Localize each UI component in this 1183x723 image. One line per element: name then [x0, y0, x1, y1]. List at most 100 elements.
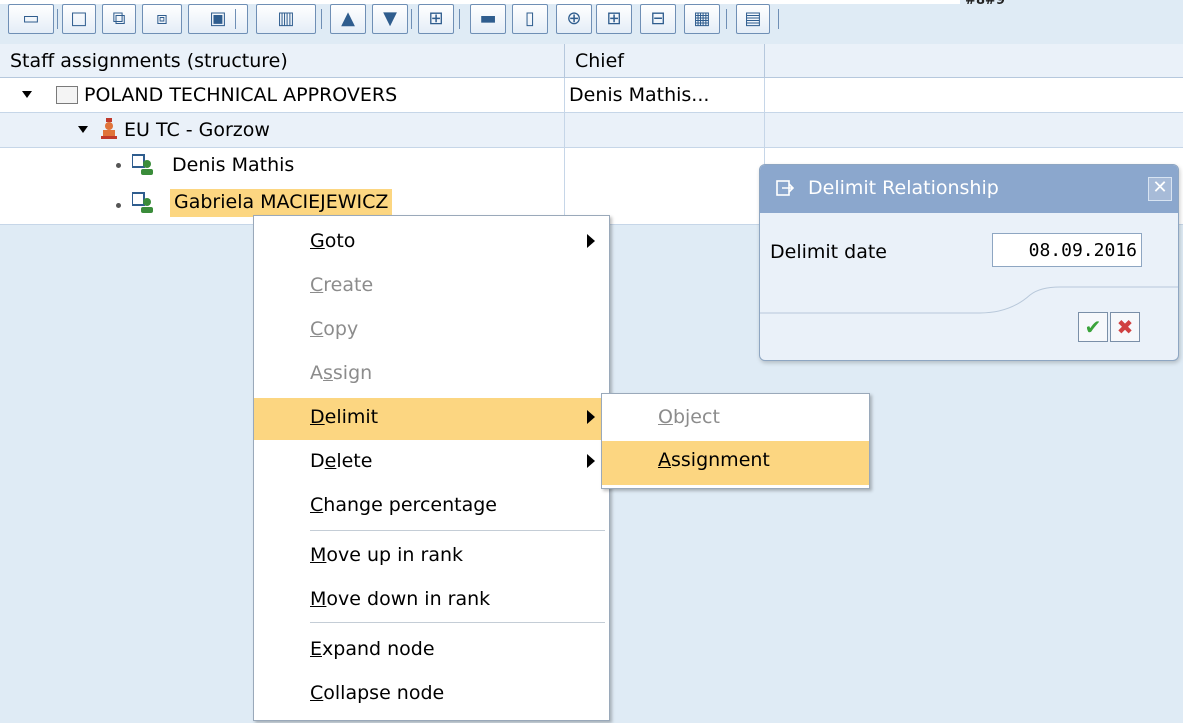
copy-object-icon: ⧉: [112, 8, 126, 29]
submenu-item[interactable]: Assignment: [602, 441, 869, 485]
layout-icon: ▤: [744, 8, 762, 29]
menu-item[interactable]: Delimit: [254, 398, 609, 440]
layout-dropdown-button[interactable]: ▣: [188, 4, 248, 34]
column-header-empty: [765, 44, 1183, 78]
structure-cell[interactable]: POLAND TECHNICAL APPROVERS: [0, 78, 565, 113]
toolbar-separator: [459, 9, 460, 29]
menu-item-text: ssignment: [671, 449, 770, 471]
collapse-icon: ⊟: [650, 8, 666, 29]
delimit-date-input[interactable]: [992, 233, 1142, 267]
menu-item-mnemonic: E: [310, 638, 323, 660]
person-icon: [131, 154, 154, 176]
dialog-divider: [760, 286, 1178, 314]
menu-separator: [310, 530, 605, 531]
menu-item-text: ove down in rank: [326, 588, 491, 610]
expand-arrow-icon[interactable]: [22, 91, 32, 98]
menu-item: Create: [254, 266, 609, 308]
detail-view-button[interactable]: ▬: [470, 4, 506, 34]
menu-item-mnemonic: C: [310, 274, 324, 296]
menu-item[interactable]: Goto: [254, 222, 609, 264]
table-row[interactable]: EU TC - Gorzow: [0, 113, 1183, 148]
menu-item-mnemonic: O: [658, 406, 673, 428]
structure-cell[interactable]: EU TC - Gorzow: [0, 113, 565, 148]
dialog-titlebar[interactable]: Delimit Relationship ✕: [760, 165, 1178, 213]
detail-view-icon: ▬: [479, 8, 497, 29]
layout-button[interactable]: ▤: [736, 4, 770, 34]
table-dropdown-icon: ▥: [277, 8, 295, 29]
menu-item-text: oto: [324, 230, 356, 252]
cancel-button[interactable]: ✖: [1110, 312, 1140, 342]
menu-item-text: ove up in rank: [326, 544, 464, 566]
close-icon[interactable]: ✕: [1148, 177, 1172, 201]
delimit-submenu: Object Assignment: [601, 393, 870, 489]
chief-cell: Denis Mathis...: [565, 78, 765, 113]
bullet-icon: [116, 203, 121, 208]
menu-item-mnemonic: e: [324, 450, 337, 472]
menu-item[interactable]: Delete: [254, 442, 609, 484]
column-header-chief[interactable]: Chief: [565, 44, 765, 78]
menu-item: Assign: [254, 354, 609, 396]
settings-icon: ▦: [693, 8, 711, 29]
new-object-button[interactable]: □: [62, 4, 96, 34]
toolbar-separator: [57, 9, 58, 29]
menu-item[interactable]: Expand node: [254, 630, 609, 672]
dialog-title: Delimit Relationship: [808, 177, 999, 199]
submenu-arrow-icon: [587, 454, 595, 468]
row-label: Denis Mathis: [172, 154, 295, 176]
menu-item-mnemonic: D: [310, 406, 325, 428]
chief-cell: [565, 113, 765, 148]
hierarchy-button[interactable]: ⊞: [418, 4, 454, 34]
table-row[interactable]: POLAND TECHNICAL APPROVERS Denis Mathis.…: [0, 78, 1183, 113]
layout-dropdown-icon: ▣: [209, 8, 227, 29]
columns-button[interactable]: ▯: [512, 4, 548, 34]
submenu-item: Object: [602, 398, 869, 442]
row-label: EU TC - Gorzow: [124, 119, 270, 141]
menu-item-text: lete: [336, 450, 373, 472]
toolbar-separator: [235, 9, 236, 29]
toolbar-separator: [778, 9, 779, 29]
copy-object-button[interactable]: ⧉: [102, 4, 136, 34]
menu-item-mnemonic: A: [658, 449, 671, 471]
structure-cell[interactable]: Denis Mathis: [0, 148, 565, 183]
create-dropdown-button[interactable]: ▭: [8, 4, 54, 34]
chief-cell: [565, 148, 765, 183]
selected-row-label[interactable]: Gabriela MACIEJEWICZ: [170, 189, 393, 217]
menu-item-mnemonic: G: [310, 230, 325, 252]
move-down-icon: ▼: [383, 8, 397, 29]
collapse-button[interactable]: ⊟: [640, 4, 676, 34]
settings-button[interactable]: ▦: [684, 4, 720, 34]
menu-item: Copy: [254, 310, 609, 352]
menu-item-mnemonic: s: [323, 362, 333, 384]
menu-item-text: reate: [323, 274, 374, 296]
table-dropdown-button[interactable]: ▥: [256, 4, 316, 34]
menu-item-text: xpand node: [322, 638, 435, 660]
find-button[interactable]: ⊕: [556, 4, 592, 34]
menu-item[interactable]: Move down in rank: [254, 580, 609, 622]
menu-item-text: ollapse node: [323, 682, 445, 704]
menu-separator: [310, 622, 605, 623]
create-dropdown-icon: ▭: [22, 8, 40, 29]
delimit-date-label: Delimit date: [770, 241, 887, 263]
menu-item-text: opy: [323, 318, 359, 340]
find-icon: ⊕: [566, 8, 582, 29]
assign-icon: ⧈: [156, 8, 168, 29]
move-up-button[interactable]: ▲: [330, 4, 366, 34]
assign-button[interactable]: ⧈: [142, 4, 182, 34]
move-down-button[interactable]: ▼: [372, 4, 408, 34]
hierarchy-icon: ⊞: [428, 8, 444, 29]
menu-item-mnemonic: C: [310, 682, 324, 704]
menu-item-mnemonic: C: [310, 494, 324, 516]
context-menu: Goto Create Copy Assign Delimit Delete Change …: [253, 215, 610, 721]
expand-arrow-icon[interactable]: [78, 126, 88, 133]
expand-button[interactable]: ⊞: [596, 4, 632, 34]
org-unit-icon: [56, 86, 78, 104]
column-header-structure[interactable]: Staff assignments (structure): [0, 44, 565, 78]
move-up-icon: ▲: [341, 8, 355, 29]
menu-item[interactable]: Move up in rank: [254, 536, 609, 578]
menu-item[interactable]: Change percentage: [254, 486, 609, 528]
person-icon: [131, 192, 154, 214]
toolbar-separator: [411, 9, 412, 29]
menu-item-text: hange percentage: [323, 494, 497, 516]
confirm-button[interactable]: ✔: [1078, 312, 1108, 342]
menu-item[interactable]: Collapse node: [254, 674, 609, 716]
